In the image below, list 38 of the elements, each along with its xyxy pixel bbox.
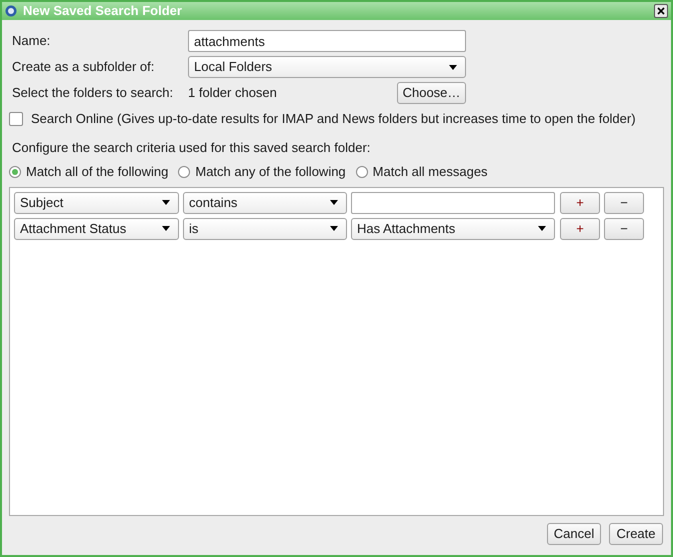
radio-label: Match all messages	[372, 162, 488, 181]
operator-dropdown[interactable]: contains	[183, 192, 347, 214]
name-label: Name:	[11, 32, 52, 50]
remove-button[interactable]: −	[604, 218, 644, 240]
name-field[interactable]: attachments	[188, 30, 466, 52]
radio-label: Match all of the following	[26, 162, 168, 181]
caret-icon	[330, 226, 338, 231]
value-field[interactable]	[351, 192, 555, 214]
caret-icon	[538, 226, 546, 231]
attribute-dropdown[interactable]: Attachment Status	[14, 218, 179, 240]
subfolder-dropdown[interactable]: Local Folders	[188, 56, 466, 78]
caret-icon	[330, 200, 338, 205]
radio-button[interactable]	[178, 166, 190, 178]
window-title: New Saved Search Folder	[23, 2, 182, 20]
folders-value: 1 folder chosen	[188, 84, 278, 102]
operator-dropdown[interactable]: is	[183, 218, 347, 240]
remove-button[interactable]: −	[604, 192, 644, 214]
radio-button[interactable]	[9, 166, 21, 178]
folders-label: Select the folders to search:	[11, 84, 174, 102]
app-icon	[5, 5, 17, 17]
value-dropdown[interactable]: Has Attachments	[351, 218, 555, 240]
close-button[interactable]	[654, 4, 668, 18]
close-icon	[657, 7, 665, 15]
radio-label: Match any of the following	[195, 162, 346, 181]
cancel-button[interactable]: Cancel	[547, 523, 601, 545]
search-online-label: Search Online (Gives up-to-date results for IMAP and News folders but increases time to open the folder)	[31, 110, 636, 128]
attribute-dropdown[interactable]: Subject	[14, 192, 179, 214]
create-button[interactable]: Create	[609, 523, 663, 545]
criteria-heading: Configure the search criteria used for this saved search folder:	[11, 139, 372, 157]
radio-button[interactable]	[356, 166, 368, 178]
choose-button[interactable]: Choose…	[397, 82, 466, 104]
caret-icon	[449, 64, 457, 70]
caret-icon	[162, 226, 170, 231]
caret-icon	[162, 200, 170, 205]
add-button[interactable]: +	[560, 218, 600, 240]
add-button[interactable]: +	[560, 192, 600, 214]
search-online-checkbox[interactable]	[9, 112, 23, 126]
subfolder-label: Create as a subfolder of:	[11, 58, 156, 76]
